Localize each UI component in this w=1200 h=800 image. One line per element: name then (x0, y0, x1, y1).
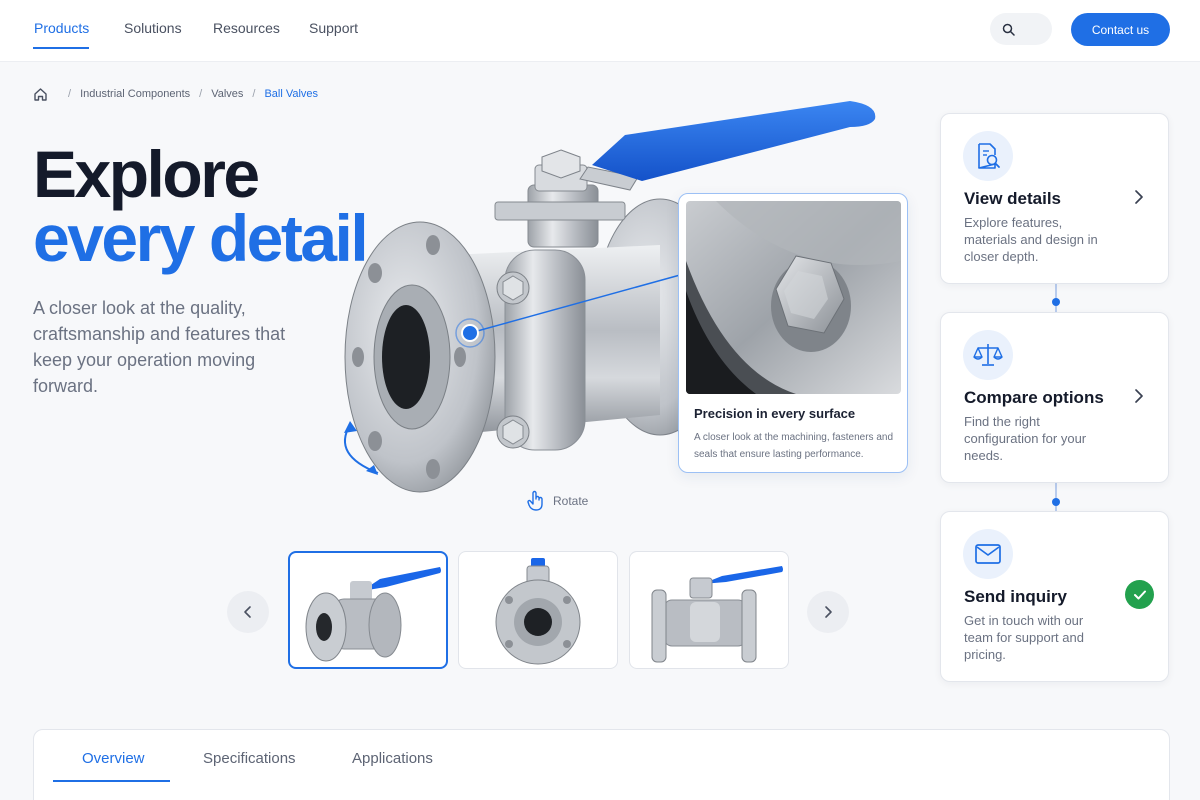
rotate-label: Rotate (553, 494, 589, 508)
thumbnail-front-view[interactable] (458, 551, 618, 669)
title-line-1: Explore (33, 137, 260, 211)
nav-resources[interactable]: Resources (213, 20, 280, 36)
search-button[interactable] (990, 13, 1052, 45)
tab-specifications[interactable]: Specifications (203, 750, 296, 767)
zoomed-surface-image (686, 201, 901, 394)
breadcrumb-separator: / (199, 88, 203, 100)
carousel-prev-button[interactable] (227, 591, 269, 633)
compare-options-description: Find the right configuration for your ne… (964, 414, 1087, 463)
title-line-2: every detail (33, 201, 369, 275)
view-details-card[interactable]: View details Explore features, materials… (940, 113, 1169, 284)
tab-applications[interactable]: Applications (352, 750, 433, 767)
breadcrumb-separator: / (68, 88, 72, 100)
breadcrumb-valves[interactable]: Valves (211, 88, 243, 100)
breadcrumb-separator: / (252, 88, 256, 100)
top-navigation: Products Solutions Resources Support Con… (0, 0, 1200, 62)
search-icon (1002, 23, 1015, 36)
nav-active-indicator (33, 47, 89, 49)
tab-overview[interactable]: Overview (82, 750, 145, 767)
thumbnail-profile-view[interactable] (629, 551, 789, 669)
breadcrumb-industrial-components[interactable]: Industrial Components (80, 88, 190, 100)
callout-title: Precision in every surface (694, 406, 856, 421)
chevron-left-icon (244, 606, 251, 618)
rotate-hint[interactable]: Rotate (527, 490, 588, 512)
send-inquiry-card[interactable]: Send inquiry Get in touch with our team … (940, 511, 1169, 682)
view-details-description: Explore features, materials and design i… (964, 215, 1098, 264)
page-title: Explore every detail (33, 141, 369, 275)
envelope-icon (963, 529, 1013, 579)
content-tabs: Overview Specifications Applications (33, 729, 1170, 800)
send-inquiry-title: Send inquiry (964, 587, 1067, 606)
home-icon[interactable] (33, 87, 48, 102)
nav-support[interactable]: Support (309, 20, 358, 36)
card-connector (1055, 483, 1057, 511)
nav-solutions[interactable]: Solutions (124, 20, 182, 36)
send-inquiry-description: Get in touch with our team for support a… (964, 613, 1084, 662)
chevron-right-icon (1135, 190, 1143, 204)
connector-dot (1052, 498, 1060, 506)
hero-subtitle: A closer look at the quality, craftsmans… (33, 298, 286, 396)
hand-pointer-icon (527, 490, 543, 511)
callout-description: A closer look at the machining, fastener… (694, 432, 894, 460)
chevron-right-icon (825, 606, 832, 618)
document-search-icon (963, 131, 1013, 181)
scales-icon (963, 330, 1013, 380)
thumbnail-side-view[interactable] (288, 551, 448, 669)
carousel-next-button[interactable] (807, 591, 849, 633)
contact-us-button[interactable]: Contact us (1071, 13, 1170, 46)
nav-products[interactable]: Products (34, 20, 89, 36)
compare-options-title: Compare options (964, 388, 1104, 407)
detail-callout-card: Precision in every surface A closer look… (678, 193, 908, 473)
check-icon (1125, 580, 1154, 609)
chevron-right-icon (1135, 389, 1143, 403)
view-details-title: View details (964, 189, 1062, 208)
tab-active-indicator (53, 780, 170, 782)
breadcrumb-ball-valves: Ball Valves (264, 88, 319, 100)
connector-dot (1052, 298, 1060, 306)
breadcrumb: / Industrial Components / Valves / Ball … (33, 85, 318, 103)
compare-options-card[interactable]: Compare options Find the right configura… (940, 312, 1169, 483)
